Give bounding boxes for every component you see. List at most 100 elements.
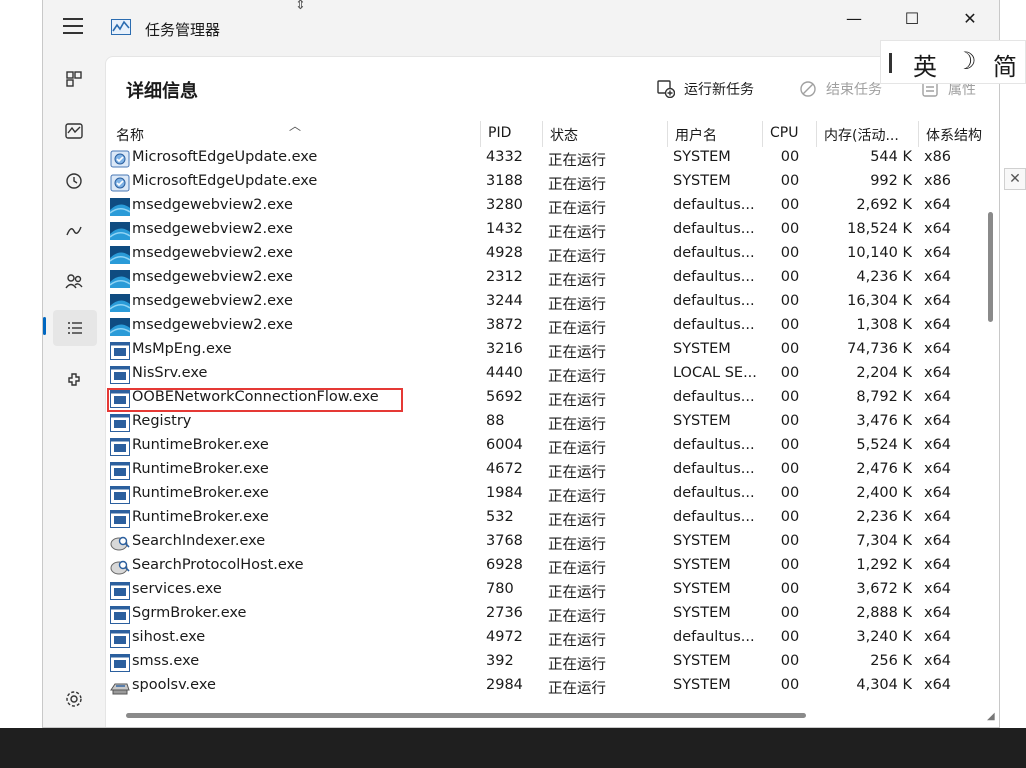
table-row[interactable]: RuntimeBroker.exe 1984 正在运行 defaultus... 00 2… <box>106 483 999 507</box>
status-cell: 正在运行 <box>548 513 606 529</box>
ime-toolbar: 英 ☽ 简 <box>880 40 1026 84</box>
menu-icon[interactable] <box>63 18 83 34</box>
ime-language-toggle[interactable]: 英 <box>913 47 937 82</box>
pid-cell: 780 <box>486 581 514 597</box>
memory-cell: 3,476 K <box>856 413 912 429</box>
pid-cell: 3216 <box>486 341 523 357</box>
table-row[interactable]: OOBENetworkConnectionFlow.exe 5692 正在运行 def… <box>106 387 999 412</box>
exe-icon <box>110 630 130 648</box>
vertical-scrollbar[interactable] <box>988 212 993 322</box>
horizontal-scrollbar[interactable] <box>126 713 806 718</box>
run-new-task-button[interactable]: 运行新任务 <box>656 79 754 99</box>
nav-performance-icon[interactable] <box>59 116 89 146</box>
column-header-name[interactable]: 名称 <box>116 125 144 145</box>
title-bar[interactable]: 任务管理器 ⇕ — ☐ ✕ <box>43 0 999 56</box>
process-name-cell: msedgewebview2.exe <box>132 293 293 309</box>
settings-gear-icon[interactable] <box>59 684 89 714</box>
user-cell: SYSTEM <box>673 605 731 621</box>
table-row[interactable]: Registry 88 正在运行 SYSTEM 00 3,476 K x64 <box>106 411 999 435</box>
column-divider[interactable] <box>816 121 817 147</box>
process-name-cell: msedgewebview2.exe <box>132 245 293 261</box>
pid-cell: 6004 <box>486 437 523 453</box>
process-name-cell: MicrosoftEdgeUpdate.exe <box>132 149 318 165</box>
status-cell: 正在运行 <box>548 633 606 649</box>
maximize-button[interactable]: ☐ <box>883 0 941 36</box>
table-row[interactable]: msedgewebview2.exe 3244 正在运行 defaultus... 00… <box>106 291 999 315</box>
side-panel-close-icon[interactable]: ✕ <box>1004 168 1026 190</box>
cpu-cell: 00 <box>780 485 800 501</box>
arch-cell: x64 <box>924 533 952 549</box>
table-row[interactable]: msedgewebview2.exe 4928 正在运行 defaultus... 00… <box>106 243 999 267</box>
table-row[interactable]: SgrmBroker.exe 2736 正在运行 SYSTEM 00 2,888 K x64 <box>106 603 999 627</box>
process-name-cell: MsMpEng.exe <box>132 341 232 357</box>
user-cell: SYSTEM <box>673 173 731 189</box>
memory-cell: 1,292 K <box>856 557 912 573</box>
nav-app-history-icon[interactable] <box>59 166 89 196</box>
user-cell: SYSTEM <box>673 341 731 357</box>
table-row[interactable]: smss.exe 392 正在运行 SYSTEM 00 256 K x64 <box>106 651 999 675</box>
column-header-user[interactable]: 用户名 <box>675 125 717 145</box>
arch-cell: x64 <box>924 653 952 669</box>
nav-details-icon[interactable] <box>43 310 97 346</box>
column-divider[interactable] <box>918 121 919 147</box>
end-task-button[interactable]: 结束任务 <box>798 79 882 99</box>
arch-cell: x64 <box>924 509 952 525</box>
table-row[interactable]: RuntimeBroker.exe 6004 正在运行 defaultus... 00 5… <box>106 435 999 459</box>
pid-cell: 1984 <box>486 485 523 501</box>
table-row[interactable]: SearchIndexer.exe 3768 正在运行 SYSTEM 00 7,304 K… <box>106 531 999 555</box>
table-row[interactable]: spoolsv.exe 2984 正在运行 SYSTEM 00 4,304 K x64 <box>106 675 999 699</box>
nav-users-icon[interactable] <box>59 266 89 296</box>
status-cell: 正在运行 <box>548 657 606 673</box>
ime-simplified-toggle[interactable]: 简 <box>993 47 1017 82</box>
run-new-task-icon <box>656 79 676 99</box>
table-row[interactable]: services.exe 780 正在运行 SYSTEM 00 3,672 K x64 <box>106 579 999 603</box>
user-cell: SYSTEM <box>673 557 731 573</box>
table-row[interactable]: msedgewebview2.exe 1432 正在运行 defaultus... 00… <box>106 219 999 243</box>
process-name-cell: sihost.exe <box>132 629 206 645</box>
column-divider[interactable] <box>480 121 481 147</box>
resize-grip-icon[interactable]: ◢ <box>987 712 997 722</box>
table-row[interactable]: MicrosoftEdgeUpdate.exe 4332 正在运行 SYSTEM 00 5… <box>106 147 999 171</box>
process-name-cell: RuntimeBroker.exe <box>132 485 269 501</box>
column-header-memory[interactable]: 内存(活动... <box>824 125 899 145</box>
cpu-cell: 00 <box>780 149 800 165</box>
nav-startup-icon[interactable] <box>59 216 89 246</box>
process-name-cell: MicrosoftEdgeUpdate.exe <box>132 173 318 189</box>
table-row[interactable]: msedgewebview2.exe 2312 正在运行 defaultus... 00… <box>106 267 999 291</box>
table-row[interactable]: RuntimeBroker.exe 532 正在运行 defaultus... 00 2,… <box>106 507 999 531</box>
close-button[interactable]: ✕ <box>941 0 999 36</box>
ime-drag-handle[interactable] <box>889 53 892 73</box>
user-cell: defaultus... <box>673 293 755 309</box>
arch-cell: x64 <box>924 629 952 645</box>
minimize-button[interactable]: — <box>825 0 883 36</box>
column-divider[interactable] <box>667 121 668 147</box>
column-header-arch[interactable]: 体系结构 <box>926 125 982 145</box>
table-row[interactable]: sihost.exe 4972 正在运行 defaultus... 00 3,240 K x… <box>106 627 999 651</box>
status-cell: 正在运行 <box>548 273 606 289</box>
table-row[interactable]: NisSrv.exe 4440 正在运行 LOCAL SE... 00 2,204 K x6… <box>106 363 999 387</box>
process-name-cell: msedgewebview2.exe <box>132 317 293 333</box>
table-row[interactable]: SearchProtocolHost.exe 6928 正在运行 SYSTEM 00 1,… <box>106 555 999 579</box>
nav-processes-icon[interactable] <box>59 64 89 94</box>
details-pane: 详细信息 运行新任务 结束任务 属性 ︿ 名称 PID 状态 用户名 CPU 内… <box>105 56 999 727</box>
table-row[interactable]: msedgewebview2.exe 3280 正在运行 defaultus... 00… <box>106 195 999 219</box>
column-divider[interactable] <box>542 121 543 147</box>
column-header-status[interactable]: 状态 <box>550 125 578 145</box>
column-divider[interactable] <box>762 121 763 147</box>
arch-cell: x64 <box>924 557 952 573</box>
search-indexer-icon <box>110 558 130 576</box>
column-header-cpu[interactable]: CPU <box>770 125 798 141</box>
table-row[interactable]: msedgewebview2.exe 3872 正在运行 defaultus... 00… <box>106 315 999 339</box>
status-cell: 正在运行 <box>548 177 606 193</box>
edge-update-icon <box>110 174 130 192</box>
table-row[interactable]: MsMpEng.exe 3216 正在运行 SYSTEM 00 74,736 K x64 <box>106 339 999 363</box>
pid-cell: 1432 <box>486 221 523 237</box>
column-header-pid[interactable]: PID <box>488 125 511 141</box>
table-row[interactable]: MicrosoftEdgeUpdate.exe 3188 正在运行 SYSTEM 00 9… <box>106 171 999 195</box>
table-row[interactable]: RuntimeBroker.exe 4672 正在运行 defaultus... 00 2… <box>106 459 999 483</box>
memory-cell: 74,736 K <box>847 341 912 357</box>
nav-services-icon[interactable] <box>59 366 89 396</box>
user-cell: SYSTEM <box>673 581 731 597</box>
memory-cell: 2,204 K <box>856 365 912 381</box>
ime-moon-icon[interactable]: ☽ <box>955 47 977 75</box>
